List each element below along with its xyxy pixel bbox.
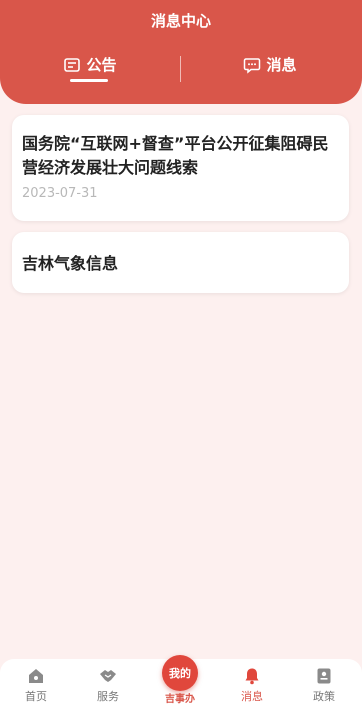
tab-messages-label: 消息 [266,56,297,74]
notice-card-title: 吉林气象信息 [22,254,119,273]
tabbar-item-messages[interactable]: 消息 [227,667,277,704]
tabbar-item-label: 政策 [313,690,335,703]
tab-bar: 公告 消息 [0,54,362,84]
notice-card[interactable]: 吉林气象信息 [12,232,349,293]
tabbar-item-label: 消息 [241,690,263,703]
home-icon [29,669,43,683]
notice-card-title: 国务院“互联网+督查”平台公开征集阻碍民营经济发展壮大问题线索 [22,134,329,177]
notice-card[interactable]: 国务院“互联网+督查”平台公开征集阻碍民营经济发展壮大问题线索 2023-07-… [12,115,349,221]
active-tab-indicator [70,79,108,82]
header: 消息中心 公告 消息 [0,0,362,104]
page-title: 消息中心 [150,12,211,30]
policy-icon [317,668,331,684]
chat-icon [244,58,261,74]
bell-icon [245,668,259,685]
notice-icon [64,58,81,72]
tabbar-item-service[interactable]: 服务 [83,667,133,704]
tabbar-item-label: 服务 [97,690,119,703]
tab-notice-label: 公告 [86,56,117,74]
notice-card-date: 2023-07-31 [22,186,98,201]
handshake-icon [100,670,116,682]
tabbar-item-policy[interactable]: 政策 [299,667,349,704]
center-button-label: 吉事办 [165,694,195,705]
my-center-button[interactable]: 我的 [162,655,198,691]
tabbar-item-home[interactable]: 首页 [11,667,61,704]
tab-divider [180,56,181,82]
tab-messages[interactable]: 消息 [210,54,330,84]
tabbar-item-label: 首页 [25,690,47,703]
